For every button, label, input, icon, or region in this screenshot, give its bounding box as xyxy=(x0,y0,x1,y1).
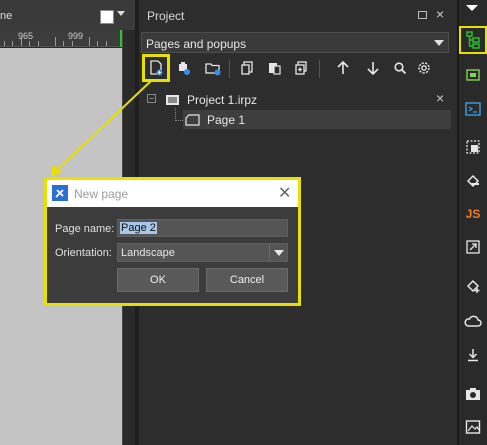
picture-button[interactable] xyxy=(460,414,486,440)
page-icon xyxy=(185,113,200,126)
tree-project-node[interactable]: Project 1.irpz xyxy=(165,91,257,109)
new-page-icon xyxy=(150,60,163,76)
pages-combo[interactable]: Pages and popups xyxy=(141,32,449,53)
chevron-down-icon[interactable] xyxy=(434,40,444,46)
orientation-label: Orientation: xyxy=(55,247,112,259)
close-tree-icon[interactable]: × xyxy=(436,90,444,106)
camera-button[interactable] xyxy=(460,381,486,407)
pages-combo-value: Pages and popups xyxy=(146,37,247,51)
gear-icon xyxy=(418,62,430,74)
color-swatch[interactable] xyxy=(100,10,114,24)
project-tree-icon xyxy=(466,31,480,49)
cancel-button[interactable]: Cancel xyxy=(206,268,288,292)
search-button[interactable] xyxy=(388,56,412,80)
orientation-value: Landscape xyxy=(121,247,175,259)
chevron-down-icon[interactable] xyxy=(117,11,125,16)
close-panel-icon[interactable]: × xyxy=(436,6,444,22)
tree-connector xyxy=(175,120,183,121)
fill-plus-icon xyxy=(466,279,480,293)
collapse-toggle[interactable]: − xyxy=(147,94,156,103)
orientation-select[interactable]: Landscape xyxy=(117,243,288,262)
settings-button[interactable] xyxy=(412,56,436,80)
picture-icon xyxy=(465,420,481,434)
dialog-titlebar[interactable]: New page ✕ xyxy=(47,180,298,207)
console-icon xyxy=(465,102,481,116)
move-down-icon xyxy=(367,62,379,76)
cloud-button[interactable] xyxy=(460,308,486,334)
scale-icon xyxy=(466,240,480,254)
panel-title: Project xyxy=(147,9,185,23)
search-icon xyxy=(394,62,407,75)
close-icon[interactable]: ✕ xyxy=(278,183,291,203)
tools-icon xyxy=(52,185,68,201)
fill-button[interactable] xyxy=(460,168,486,194)
project-tree-button[interactable] xyxy=(459,26,487,54)
components-icon xyxy=(466,69,480,81)
new-folder-icon xyxy=(205,63,221,76)
horizontal-ruler: 965 999 xyxy=(0,30,122,47)
copy-button[interactable] xyxy=(235,56,259,80)
console-button[interactable] xyxy=(460,96,486,122)
fill-plus-button[interactable] xyxy=(460,273,486,299)
new-page-button[interactable] xyxy=(142,54,170,82)
paste-button[interactable] xyxy=(262,56,286,80)
project-name: Project 1.irpz xyxy=(187,93,258,107)
chevron-down-icon[interactable] xyxy=(466,5,478,11)
project-folder-icon xyxy=(166,95,179,105)
dropdown-button[interactable] xyxy=(269,244,287,261)
copy-icon xyxy=(241,61,253,75)
toolbar-separator xyxy=(229,60,230,78)
move-up-button[interactable] xyxy=(331,56,355,80)
move-down-button[interactable] xyxy=(361,56,385,80)
ruler-label: 999 xyxy=(68,31,84,41)
ok-button[interactable]: OK xyxy=(117,268,199,292)
duplicate-icon xyxy=(295,61,307,75)
camera-icon xyxy=(466,388,480,400)
javascript-button[interactable]: JS xyxy=(460,201,486,227)
cloud-icon xyxy=(464,315,482,327)
scale-button[interactable] xyxy=(460,234,486,260)
page-name-value: Page 2 xyxy=(120,222,157,234)
toolbar-separator xyxy=(319,60,320,78)
ruler-label: 965 xyxy=(18,31,34,41)
page-label: Page 1 xyxy=(207,112,246,127)
fill-icon xyxy=(466,174,480,188)
paste-icon xyxy=(269,63,281,75)
download-button[interactable] xyxy=(460,342,486,368)
page-name-input[interactable]: Page 2 xyxy=(117,219,288,237)
image-resize-icon xyxy=(466,140,480,154)
float-panel-icon[interactable] xyxy=(418,11,427,19)
components-button[interactable] xyxy=(460,62,486,88)
download-icon xyxy=(468,349,478,362)
duplicate-button[interactable] xyxy=(289,56,313,80)
new-popup-icon xyxy=(179,62,190,75)
chevron-down-icon xyxy=(274,250,284,256)
editor-toolbar: ne xyxy=(0,0,135,30)
page-name-label: Page name: xyxy=(55,223,115,235)
font-name-fragment[interactable]: ne xyxy=(0,10,12,22)
image-resize-button[interactable] xyxy=(460,134,486,160)
tree-page-node[interactable]: Page 1 xyxy=(183,110,451,129)
dialog-title: New page xyxy=(74,187,129,201)
new-folder-button[interactable] xyxy=(201,56,225,80)
move-up-icon xyxy=(337,60,349,74)
right-toolbar: JS xyxy=(459,0,487,445)
new-page-dialog: New page ✕ Page name: Page 2 Orientation… xyxy=(47,180,298,303)
js-icon: JS xyxy=(465,207,481,221)
new-popup-button[interactable] xyxy=(172,56,196,80)
